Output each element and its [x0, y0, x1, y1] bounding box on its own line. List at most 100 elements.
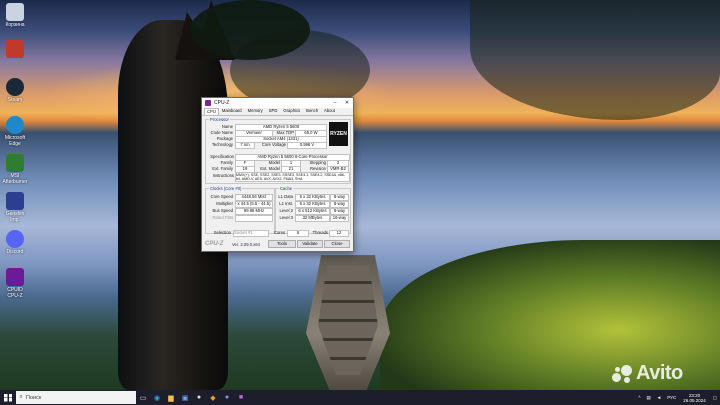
- steam-taskbar-icon[interactable]: ●: [192, 390, 206, 405]
- close-window-button[interactable]: ✕: [341, 100, 353, 106]
- l3-way: 16-way: [330, 215, 349, 222]
- taskbar-clock[interactable]: 23:20 26.05.2024: [679, 393, 710, 403]
- close-button[interactable]: Close: [324, 240, 350, 248]
- tab-mainboard[interactable]: Mainboard: [219, 107, 245, 115]
- chevron-up-icon[interactable]: ^: [635, 395, 643, 400]
- desktop-icon-label: Discord: [6, 249, 24, 255]
- name-label: Name: [221, 124, 233, 129]
- l1i-label: L1 Inst.: [279, 201, 293, 206]
- clock-date: 26.05.2024: [683, 397, 706, 403]
- stepping-label: Stepping: [309, 160, 326, 165]
- desktop-icon-label: Корзина: [5, 22, 25, 28]
- corespeed-label: Core Speed: [210, 194, 233, 199]
- busspeed-label: Bus Speed: [212, 208, 234, 213]
- desktop-icon-discord[interactable]: Discord: [2, 230, 28, 255]
- discord-taskbar-icon[interactable]: ●: [220, 390, 234, 405]
- app-taskbar-icon[interactable]: ◆: [206, 390, 220, 405]
- tab-cpu[interactable]: CPU: [204, 108, 219, 115]
- cores-value: 6: [287, 230, 309, 237]
- recycle-bin-icon: [6, 3, 24, 21]
- game-icon: [6, 192, 24, 210]
- cpuz-window[interactable]: CPU-Z – ✕ CPU Mainboard Memory SPD Graph…: [201, 97, 354, 252]
- family-label: Family: [220, 160, 233, 165]
- start-button[interactable]: [0, 390, 16, 405]
- windows-logo-icon: [4, 393, 12, 402]
- processor-group-label: Processor: [209, 117, 230, 122]
- tree-canopy-right: [470, 0, 720, 120]
- busspeed-value: 99.98 MHz: [235, 208, 273, 215]
- l2-label: Level 2: [279, 208, 293, 213]
- search-placeholder: Поиск: [26, 394, 42, 401]
- multiplier-value: x 44.5 (5.5 - 44.5): [235, 201, 273, 208]
- afterburner-icon: [6, 154, 24, 172]
- task-view-icon[interactable]: ▭: [136, 390, 150, 405]
- desktop-icon-msi-afterburner[interactable]: MSI Afterburner: [2, 154, 28, 185]
- steam-icon: [6, 78, 24, 96]
- multiplier-label: Multiplier: [216, 201, 233, 206]
- desktop-icon-edge[interactable]: Microsoft Edge: [2, 116, 28, 147]
- tab-graphics[interactable]: Graphics: [280, 107, 303, 115]
- extmodel-label: Ext. Model: [260, 166, 280, 171]
- volume-icon[interactable]: ◄: [654, 395, 664, 400]
- edge-taskbar-icon[interactable]: ◉: [150, 390, 164, 405]
- l1d-label: L1 Data: [278, 194, 293, 199]
- selection-dropdown[interactable]: Socket #1: [233, 230, 269, 237]
- taskbar: ⌕ Поиск ▭ ◉ ▆ ▣ ● ◆ ● ■ ^ ▤ ◄ РУС 23:20 …: [0, 390, 720, 405]
- desktop-icon-recycle-bin[interactable]: Корзина: [2, 3, 28, 28]
- avito-watermark: Avito: [612, 362, 683, 385]
- language-indicator[interactable]: РУС: [664, 395, 679, 400]
- taskbar-search-box[interactable]: ⌕ Поиск: [16, 391, 136, 404]
- corespeed-value: 4448.56 MHz: [235, 194, 273, 201]
- network-icon[interactable]: ▤: [643, 395, 653, 401]
- desktop-icon-steam[interactable]: Steam: [2, 78, 28, 103]
- tools-button[interactable]: Tools: [268, 240, 296, 248]
- file-explorer-icon[interactable]: ▆: [164, 390, 178, 405]
- ratedfsb-value: [235, 215, 273, 222]
- l3-label: Level 3: [279, 215, 293, 220]
- spec-label: Specification: [210, 154, 234, 159]
- tab-spd[interactable]: SPD: [266, 107, 281, 115]
- desktop-icon-cpuz[interactable]: CPUID CPU-Z: [2, 268, 28, 299]
- tab-about[interactable]: About: [321, 107, 338, 115]
- cores-label: Cores: [273, 230, 285, 235]
- version-text: Ver. 2.09.0.x64: [232, 242, 260, 247]
- desktop-icon-label: CPUID CPU-Z: [7, 287, 23, 299]
- cache-group-label: Cache: [279, 186, 294, 191]
- cpuz-taskbar-icon[interactable]: ■: [234, 390, 248, 405]
- notifications-icon[interactable]: ▢: [710, 395, 720, 401]
- l1i-way: 8-way: [330, 201, 349, 208]
- ratedfsb-label: Rated FSB: [212, 215, 233, 220]
- desktop-icon-game[interactable]: Genshin Imp.: [2, 192, 28, 223]
- l1i-value: 6 x 32 KBytes: [295, 201, 330, 208]
- revision-label: Revision: [309, 166, 326, 171]
- l3-value: 32 MBytes: [295, 215, 330, 222]
- cpuz-app-icon: [205, 100, 211, 106]
- l1d-way: 8-way: [330, 194, 349, 201]
- instructions-label: Instructions: [212, 173, 234, 178]
- desktop-icon-label: Steam: [7, 97, 23, 103]
- tab-memory[interactable]: Memory: [245, 107, 266, 115]
- minimize-button[interactable]: –: [329, 100, 341, 106]
- desktop-icon-label: Microsoft Edge: [4, 135, 26, 147]
- extfamily-label: Ext. Family: [212, 166, 233, 171]
- cpuz-brand: CPU-Z: [205, 241, 224, 247]
- cpuz-icon: [6, 268, 24, 286]
- l2-value: 6 x 512 KBytes: [295, 208, 330, 215]
- search-icon: ⌕: [19, 394, 23, 400]
- technology-label: Technology: [211, 142, 233, 147]
- l2-way: 8-way: [330, 208, 349, 215]
- desktop-icon-label: MSI Afterburner: [2, 173, 28, 185]
- app-red-icon: [6, 40, 24, 58]
- desktop-icon-label: Genshin Imp.: [5, 211, 25, 223]
- edge-icon: [6, 116, 24, 134]
- avito-wordmark: Avito: [636, 362, 683, 384]
- validate-button[interactable]: Validate: [297, 240, 323, 248]
- threads-label: Threads: [312, 230, 328, 235]
- desktop-icon-app-red[interactable]: [2, 40, 28, 59]
- system-tray: ^ ▤ ◄ РУС 23:20 26.05.2024 ▢: [635, 390, 720, 405]
- maxtdp-label: Max TDP: [276, 130, 294, 135]
- technology-value: 7 nm: [235, 142, 255, 149]
- tab-bench[interactable]: Bench: [303, 107, 321, 115]
- store-icon[interactable]: ▣: [178, 390, 192, 405]
- threads-value: 12: [329, 230, 349, 237]
